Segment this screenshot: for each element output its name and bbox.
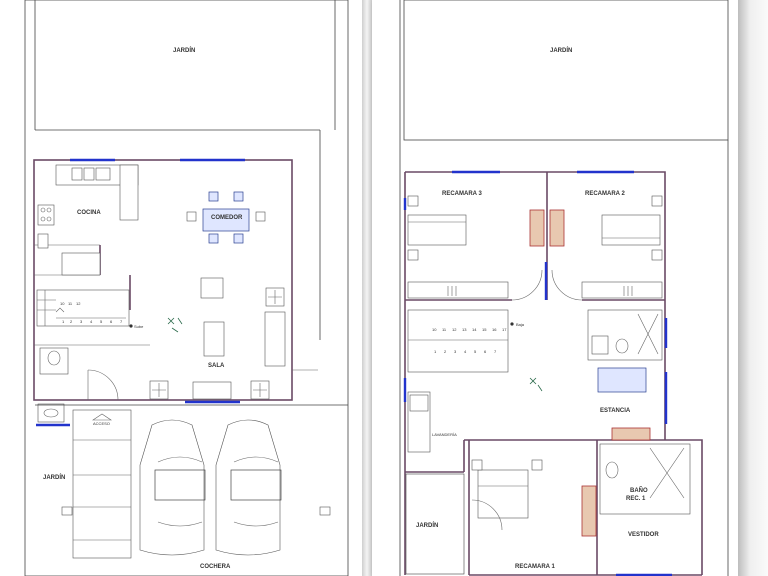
recamara3-label: RECAMARA 3 bbox=[442, 191, 482, 197]
sheet-gap bbox=[362, 0, 372, 576]
svg-text:12: 12 bbox=[76, 301, 81, 306]
master-bed bbox=[477, 469, 529, 519]
ground-floor-plan: JARDÍN COCINA COMEDOR SALA 10 11 12 1 2 bbox=[24, 0, 349, 576]
svg-text:17: 17 bbox=[502, 327, 507, 332]
baja-label: Baja bbox=[516, 322, 525, 327]
recamara1-label: RECAMARA 1 bbox=[515, 564, 555, 570]
upper-floor-sheet: JARDÍN RECAMARA 3 RECAMARA 2 10 11 12 13… bbox=[372, 0, 738, 576]
upper-garden-label: JARDÍN bbox=[550, 46, 572, 54]
sofa bbox=[264, 311, 286, 367]
comedor-label: COMEDOR bbox=[211, 215, 243, 221]
fridge bbox=[61, 252, 101, 276]
recamara2-label: RECAMARA 2 bbox=[585, 191, 625, 197]
armchair bbox=[200, 277, 224, 299]
upper-lot-outline bbox=[403, 0, 729, 141]
cochera-label: COCHERA bbox=[200, 564, 231, 570]
acceso-label: ACCESO bbox=[93, 421, 110, 426]
bano-label: BAÑO bbox=[630, 487, 648, 494]
sube-label: Sube bbox=[134, 324, 144, 329]
car-2 bbox=[215, 419, 282, 556]
coffee-table bbox=[203, 321, 225, 357]
svg-text:10: 10 bbox=[60, 301, 65, 306]
svg-text:16: 16 bbox=[492, 327, 497, 332]
lavanderia-label: LAVANDERÍA bbox=[432, 432, 457, 437]
garden-label-left: JARDÍN bbox=[43, 473, 65, 481]
garden-label-top: JARDÍN bbox=[173, 46, 195, 54]
upper-garden-side-label: JARDÍN bbox=[416, 521, 438, 529]
ground-floor-sheet: JARDÍN COCINA COMEDOR SALA 10 11 12 1 2 bbox=[0, 0, 362, 576]
closet-2 bbox=[581, 281, 663, 299]
stairs-upper bbox=[407, 309, 509, 373]
stairs-ground bbox=[36, 289, 130, 327]
house-walls bbox=[33, 159, 293, 401]
master-bath bbox=[599, 443, 691, 515]
svg-text:13: 13 bbox=[462, 327, 467, 332]
car-1 bbox=[139, 419, 206, 556]
cocina-label: COCINA bbox=[77, 210, 101, 216]
access-path bbox=[72, 409, 132, 559]
svg-text:12: 12 bbox=[452, 327, 457, 332]
vestidor-label: VESTIDOR bbox=[628, 532, 659, 538]
svg-text:15: 15 bbox=[482, 327, 487, 332]
viewer-right-margin bbox=[738, 0, 768, 576]
estancia-sofa bbox=[597, 367, 647, 393]
closet-3 bbox=[407, 281, 509, 299]
estancia-label: ESTANCIA bbox=[600, 408, 631, 414]
upper-floor-plan: JARDÍN RECAMARA 3 RECAMARA 2 10 11 12 13… bbox=[399, 0, 729, 576]
sala-label: SALA bbox=[208, 363, 225, 369]
rec1-label: REC. 1 bbox=[626, 496, 646, 502]
svg-text:10: 10 bbox=[432, 327, 437, 332]
svg-text:14: 14 bbox=[472, 327, 477, 332]
stove bbox=[37, 204, 55, 226]
